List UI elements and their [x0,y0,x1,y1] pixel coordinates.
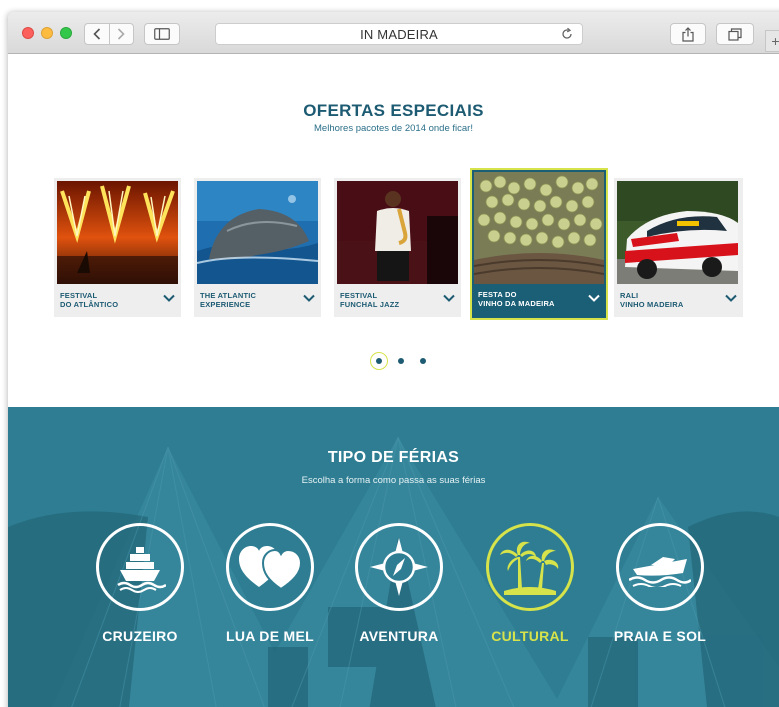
type-label: PRAIA E SOL [613,628,707,644]
offer-card-rali[interactable]: RALI VINHO MADEIRA [614,178,743,317]
offers-title: OFERTAS ESPECIAIS [303,101,484,120]
ship-icon [117,547,166,593]
type-icon-circle [616,523,704,611]
share-icon [682,26,694,42]
share-button[interactable] [670,23,706,45]
holiday-type-lua-de-mel[interactable]: LUA DE MEL [210,523,330,663]
chevron-left-icon [93,28,101,40]
back-button[interactable] [85,24,109,44]
type-icon-circle [355,523,443,611]
pagination-dot-3[interactable] [420,358,426,364]
speedboat-icon [629,557,691,587]
type-icon-circle [486,523,574,611]
minimize-window-button[interactable] [41,27,53,39]
zoom-window-button[interactable] [60,27,72,39]
holiday-types-title: TIPO DE FÉRIAS [327,449,460,466]
offer-card-festa-vinho[interactable]: FESTA DO VINHO DA MADEIRA [470,168,608,320]
offer-card-festival-atlantico[interactable]: FESTIVAL DO ATLÂNTICO [54,178,181,317]
new-tab-button[interactable]: + [765,30,779,52]
whale-photo [197,181,318,284]
rally-car-photo [617,181,738,284]
holiday-type-cruzeiro[interactable]: CRUZEIRO [80,523,200,663]
chevron-down-icon[interactable] [163,294,175,302]
chevron-down-icon[interactable] [443,294,455,302]
offer-card-label: FESTA DO VINHO DA MADEIRA [478,290,555,308]
chevron-down-icon[interactable] [588,294,600,302]
grapes-photo [474,172,604,284]
history-nav [84,23,134,45]
hearts-icon [239,546,301,591]
holiday-type-praia-e-sol[interactable]: PRAIA E SOL [600,523,720,663]
tabs-overview-icon [728,27,742,41]
sidebar-icon [154,28,170,40]
offer-card-funchal-jazz[interactable]: FESTIVAL FUNCHAL JAZZ [334,178,461,317]
holiday-types-section: TIPO DE FÉRIAS Escolha a forma como pass… [8,407,779,707]
chevron-down-icon[interactable] [725,294,737,302]
offer-card-label: THE ATLANTIC EXPERIENCE [200,291,257,309]
holiday-type-cultural[interactable]: CULTURAL [470,523,590,663]
compass-icon [370,538,428,596]
pagination-dot-2[interactable] [398,358,404,364]
chevron-right-icon [118,28,126,40]
reload-icon [562,27,572,39]
address-bar[interactable]: IN MADEIRA [215,23,583,45]
plus-icon: + [771,33,779,49]
browser-toolbar: IN MADEIRA + [8,12,779,54]
pagination-dot-1[interactable] [376,358,382,364]
chevron-down-icon[interactable] [303,294,315,302]
browser-window: IN MADEIRA + OFERTAS ESPECIAIS Melhores … [8,12,779,707]
type-label: CRUZEIRO [102,628,178,644]
type-label: AVENTURA [359,628,439,644]
show-tabs-button[interactable] [716,23,754,45]
type-icon-circle [96,523,184,611]
palm-trees-icon [500,541,559,595]
sidebar-toggle-button[interactable] [144,23,180,45]
address-text: IN MADEIRA [360,26,438,42]
holiday-type-aventura[interactable]: AVENTURA [339,523,459,663]
offers-subtitle: Melhores pacotes de 2014 onde ficar! [314,123,473,134]
offer-card-atlantic-experience[interactable]: THE ATLANTIC EXPERIENCE [194,178,321,317]
holiday-types-subtitle: Escolha a forma como passa as suas féria… [301,475,486,486]
reload-button[interactable] [560,27,574,44]
carousel-pagination [370,352,440,372]
saxophonist-photo [337,181,458,284]
close-window-button[interactable] [22,27,34,39]
offer-card-label: RALI VINHO MADEIRA [620,291,684,309]
offer-card-label: FESTIVAL FUNCHAL JAZZ [340,291,400,309]
forward-button[interactable] [108,24,133,44]
fireworks-photo [57,181,178,284]
type-icon-circle [226,523,314,611]
type-label: LUA DE MEL [225,628,315,644]
web-page: OFERTAS ESPECIAIS Melhores pacotes de 20… [8,54,779,707]
offer-card-label: FESTIVAL DO ATLÂNTICO [60,291,119,309]
type-label: CULTURAL [491,628,569,644]
